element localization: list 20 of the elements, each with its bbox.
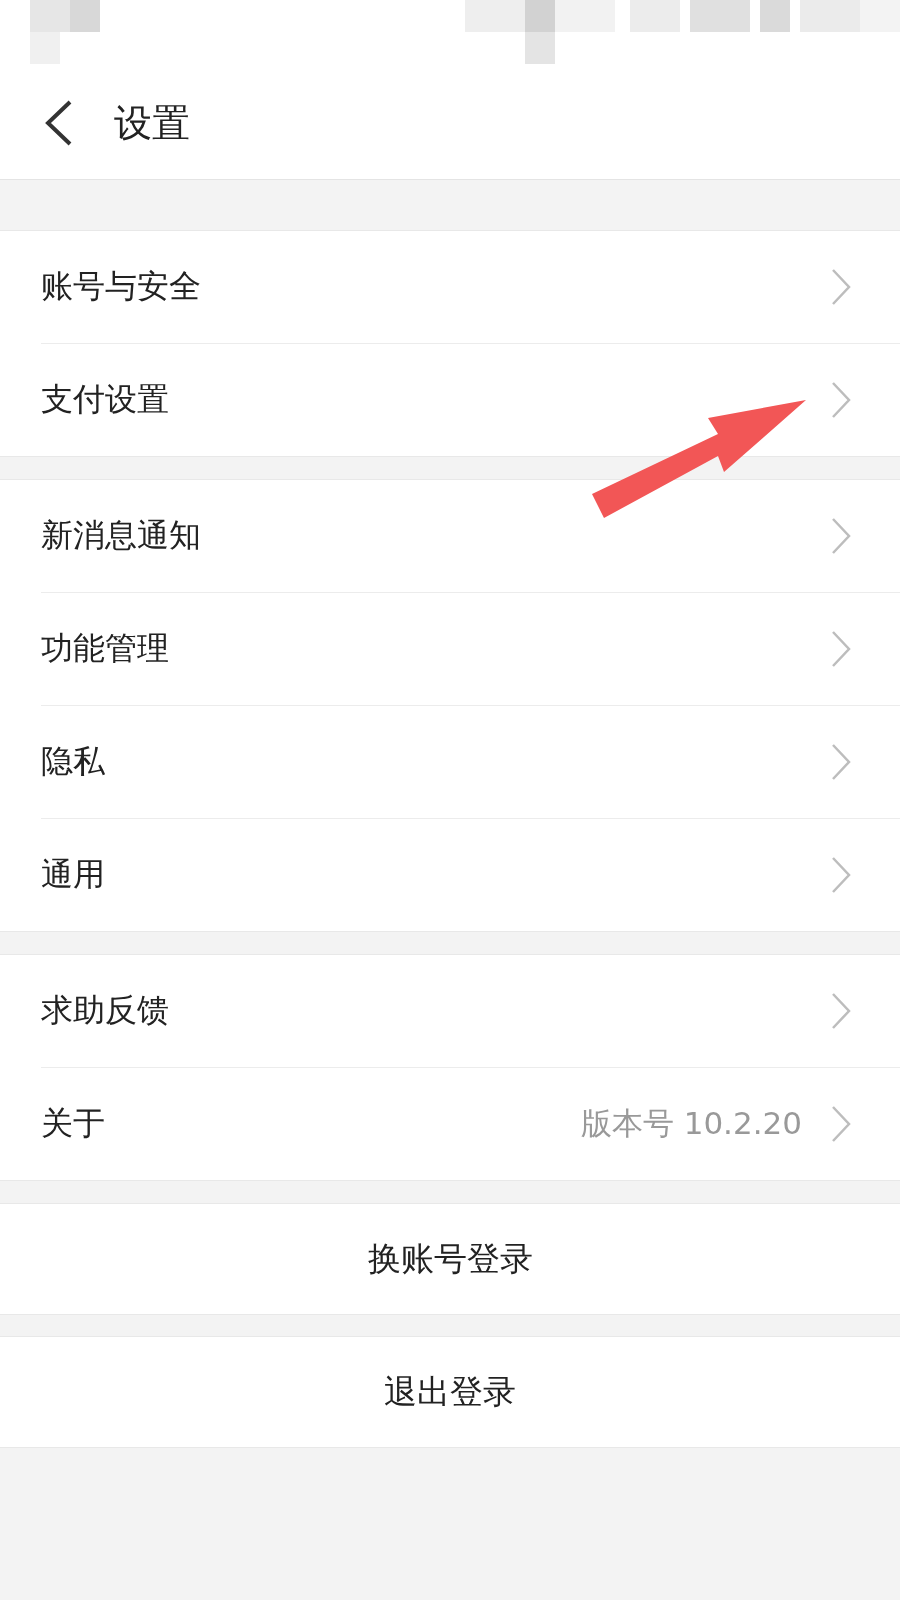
menu-item-label[interactable]: 支付设置 (41, 378, 830, 422)
menu-item-label[interactable]: 关于 (41, 1102, 581, 1146)
menu-item-label[interactable]: 功能管理 (41, 627, 830, 671)
chevron-right-icon (830, 855, 852, 895)
action-button[interactable]: 换账号登录 (0, 1203, 900, 1315)
chevron-right-icon (830, 267, 852, 307)
action-button[interactable]: 退出登录 (0, 1336, 900, 1448)
menu-item-label[interactable]: 新消息通知 (41, 514, 830, 558)
version-text: 版本号 10.2.20 (580, 1104, 802, 1143)
menu-item-label[interactable]: 通用 (41, 853, 830, 897)
menu-item-label[interactable]: 账号与安全 (41, 265, 830, 309)
chevron-right-icon (830, 516, 852, 556)
page-title: 设置 (114, 99, 190, 147)
chevron-right-icon (830, 1104, 852, 1144)
menu-item-label[interactable]: 隐私 (41, 740, 830, 784)
chevron-right-icon (830, 629, 852, 669)
chevron-right-icon (830, 380, 852, 420)
chevron-right-icon (830, 742, 852, 782)
chevron-right-icon (830, 991, 852, 1031)
menu-item-label[interactable]: 求助反馈 (41, 989, 830, 1033)
